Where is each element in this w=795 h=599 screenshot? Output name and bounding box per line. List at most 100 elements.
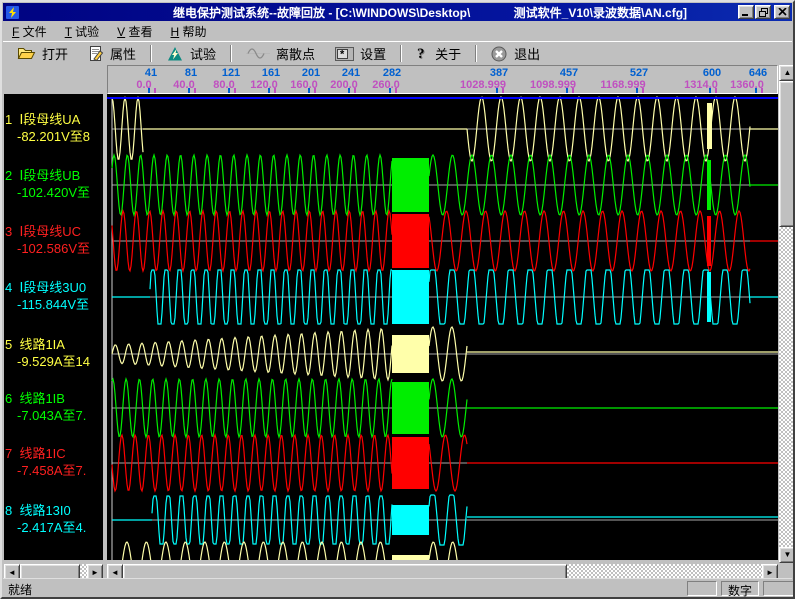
ruler-tick-mark [154, 88, 156, 93]
event-marker-bar-ch1 [707, 103, 712, 149]
ruler-sample-number: 387 [490, 67, 508, 79]
channel-name: 5 线路1IA [4, 336, 103, 353]
channel-range: -82.201V至8 [4, 128, 103, 145]
ruler-tick-mark [348, 88, 350, 93]
event-marker-bar-ch4 [707, 272, 711, 322]
scroll-down-button[interactable]: ▼ [779, 547, 795, 563]
ruler-tick-mark [268, 88, 270, 93]
arrow-right-icon: ► [766, 569, 774, 577]
ruler-sample-number: 81 [185, 67, 197, 79]
ruler-sample-number: 527 [630, 67, 648, 79]
toolbar-button-label: 离散点 [276, 44, 315, 63]
restore-button[interactable] [755, 5, 771, 19]
channel-name: 1 Ⅰ段母线UA [4, 111, 103, 128]
menu-item-f[interactable]: F 文件 [3, 21, 56, 42]
channel-range: -7.458A至7. [4, 462, 103, 479]
close-icon [778, 8, 787, 16]
minimize-button[interactable] [738, 5, 754, 19]
about-button[interactable]: ?? 关于 [406, 43, 471, 64]
application-window: 继电保护测试系统--故障回放 - [C:\WINDOWS\Desktop\ 测试… [0, 0, 795, 599]
channel-label[interactable]: 4 Ⅰ段母线3U0-115.844V至 [4, 279, 103, 313]
toolbar: 打开属性 试验 离散点 * 设置?? 关于 退出 [3, 41, 792, 65]
exit-button[interactable]: 退出 [481, 43, 550, 64]
toolbar-separator [230, 45, 232, 62]
ruler-tick-mark [274, 88, 276, 93]
toolbar-separator [150, 45, 152, 62]
channel-name: 8 线路13I0 [4, 502, 103, 519]
channel-label[interactable]: 2 Ⅰ段母线UB-102.420V至 [4, 167, 103, 201]
test-button[interactable]: 试验 [156, 43, 226, 64]
ruler-sample-number: 121 [222, 67, 240, 79]
channel-name: 3 Ⅰ段母线UC [4, 223, 103, 240]
settings-icon: * [335, 46, 354, 61]
channel-label[interactable]: 8 线路13I0-2.417A至4. [4, 502, 103, 536]
ruler-tick-mark [642, 88, 644, 93]
ruler-tick-mark [354, 88, 356, 93]
ruler-time-number: 1028.999 [460, 79, 506, 91]
wave-panel [107, 94, 778, 560]
channel-name: 7 线路1IC [4, 445, 103, 462]
discrete-button[interactable]: 离散点 [236, 43, 325, 64]
channel-label[interactable]: 1 Ⅰ段母线UA-82.201V至8 [4, 111, 103, 145]
close-button[interactable] [774, 5, 790, 19]
fault-dense-block-ch6 [392, 382, 429, 434]
test-run-icon [166, 46, 184, 62]
fault-dense-block-ch2 [392, 158, 429, 212]
toolbar-separator [475, 45, 477, 62]
ruler-time-number: 1098.999 [530, 79, 576, 91]
ruler-tick-mark [755, 88, 757, 93]
svg-text:*: * [340, 49, 345, 61]
restore-icon [759, 8, 768, 17]
toolbar-button-label: 关于 [435, 44, 461, 63]
ruler-tick-mark [188, 88, 190, 93]
ruler-tick-mark [194, 88, 196, 93]
ruler-tick-mark [715, 88, 717, 93]
ruler-sample-number: 201 [302, 67, 320, 79]
window-title: 继电保护测试系统--故障回放 - [C:\WINDOWS\Desktop\ 测试… [173, 4, 737, 21]
open-button[interactable]: 打开 [7, 43, 78, 64]
ruler-time-number: 40.0 [173, 79, 194, 91]
v-scrollbar-thumb[interactable] [779, 81, 795, 227]
toolbar-button-label: 设置 [360, 44, 386, 63]
discrete-points-icon [246, 46, 270, 61]
ruler-tick-mark [496, 88, 498, 93]
waveform-canvas[interactable] [107, 94, 778, 560]
ruler-tick-mark [389, 88, 391, 93]
menu-bar: F 文件T 试验V 查看H 帮助 [3, 22, 792, 41]
arrow-right-icon: ► [91, 569, 99, 577]
channel-name: 6 线路1IB [4, 390, 103, 407]
ruler-sample-number: 161 [262, 67, 280, 79]
event-marker-bar-ch3 [707, 216, 711, 266]
ruler-tick-mark [502, 88, 504, 93]
ruler-sample-number: 41 [145, 67, 157, 79]
menu-item-v[interactable]: V 查看 [108, 21, 161, 42]
settings-button[interactable]: * 设置 [325, 43, 396, 64]
channel-panel: 1 Ⅰ段母线UA-82.201V至8 2 Ⅰ段母线UB-102.420V至 3 Ⅰ段… [4, 94, 103, 560]
app-icon [6, 6, 20, 19]
ruler-tick-mark [709, 88, 711, 93]
properties-button[interactable]: 属性 [78, 43, 146, 64]
fault-dense-block-ch8 [392, 505, 429, 535]
ruler-tick-mark [148, 88, 150, 93]
ruler-tick-mark [636, 88, 638, 93]
about-icon: ?? [416, 46, 429, 62]
ruler-tick-mark [566, 88, 568, 93]
toolbar-button-label: 退出 [514, 44, 540, 63]
channel-label[interactable]: 5 线路1IA-9.529A至14 [4, 336, 103, 370]
toolbar-button-label: 试验 [190, 44, 216, 63]
ruler: 410.08140.012180.0161120.0201160.0241200… [107, 65, 778, 94]
channel-label[interactable]: 6 线路1IB-7.043A至7. [4, 390, 103, 424]
channel-label[interactable]: 7 线路1IC-7.458A至7. [4, 445, 103, 479]
title-bar[interactable]: 继电保护测试系统--故障回放 - [C:\WINDOWS\Desktop\ 测试… [3, 3, 792, 21]
ruler-tick-mark [228, 88, 230, 93]
fault-dense-block-ch4 [392, 270, 429, 324]
open-folder-icon [17, 46, 36, 61]
wave-top-line [107, 97, 778, 99]
status-panel-2 [763, 581, 794, 596]
scroll-up-button[interactable]: ▲ [779, 65, 795, 81]
menu-item-t[interactable]: T 试验 [56, 21, 108, 42]
menu-item-h[interactable]: H 帮助 [162, 21, 216, 42]
channel-label[interactable]: 3 Ⅰ段母线UC-102.586V至 [4, 223, 103, 257]
status-num-panel: 数字 [721, 581, 759, 596]
arrow-up-icon: ▲ [784, 69, 792, 77]
